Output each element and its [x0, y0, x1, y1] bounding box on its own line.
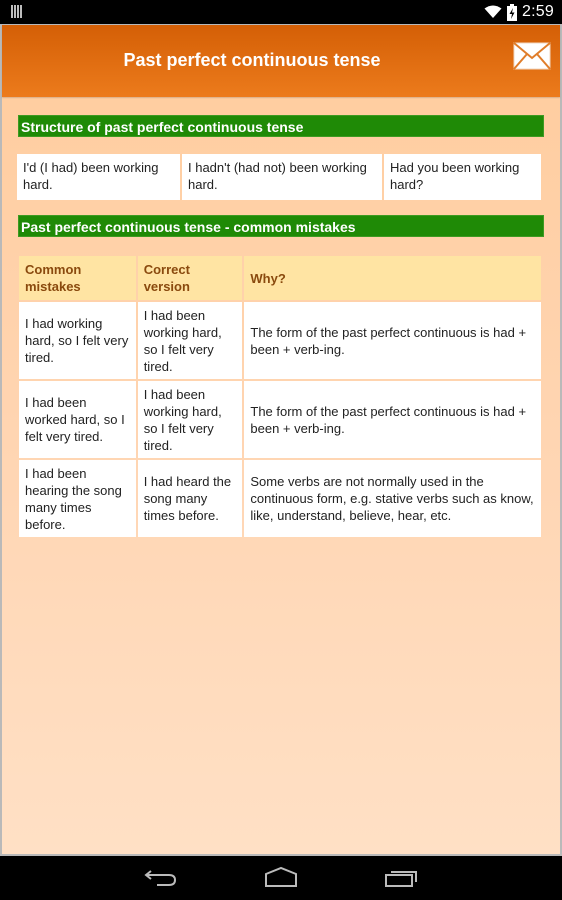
structure-row: I'd (I had) been working hard. I hadn't … [17, 154, 543, 200]
recents-icon [385, 871, 417, 887]
correct-cell: I had been working hard, so I felt very … [137, 302, 243, 379]
structure-negative: I hadn't (had not) been working hard. [182, 154, 382, 200]
app-window: Past perfect continuous tense Structure … [0, 24, 562, 856]
column-header-correct: Correct version [137, 256, 243, 300]
table-row: I had been hearing the song many times b… [19, 460, 541, 537]
status-bar: 2:59 [0, 0, 562, 24]
navigation-bar [0, 856, 562, 900]
column-header-mistakes: Common mistakes [19, 256, 136, 300]
table-header-row: Common mistakes Correct version Why? [19, 256, 541, 300]
correct-cell: I had been working hard, so I felt very … [137, 381, 243, 458]
structure-affirmative: I'd (I had) been working hard. [17, 154, 180, 200]
mistakes-section-title: Past perfect continuous tense - common m… [18, 215, 544, 237]
mail-icon [513, 42, 551, 70]
notification-bars-icon [11, 5, 23, 18]
home-icon [265, 866, 297, 887]
mistakes-table: Common mistakes Correct version Why? I h… [17, 254, 543, 539]
recents-button[interactable] [383, 866, 419, 890]
why-cell: The form of the past perfect continuous … [244, 381, 541, 458]
mail-button[interactable] [513, 42, 551, 70]
why-cell: Some verbs are not normally used in the … [244, 460, 541, 537]
home-button[interactable] [263, 866, 299, 890]
why-cell: The form of the past perfect continuous … [244, 302, 541, 379]
table-row: I had been worked hard, so I felt very t… [19, 381, 541, 458]
page-title: Past perfect continuous tense [123, 50, 381, 70]
content-area: Past perfect continuous tense Structure … [2, 25, 560, 854]
status-icons: 2:59 [484, 2, 554, 22]
structure-section-title: Structure of past perfect continuous ten… [18, 115, 544, 137]
battery-charging-icon [507, 3, 518, 21]
table-row: I had working hard, so I felt very tired… [19, 302, 541, 379]
structure-question: Had you been working hard? [384, 154, 541, 200]
wifi-icon [484, 5, 502, 18]
column-header-why: Why? [244, 256, 541, 300]
mistake-cell: I had been worked hard, so I felt very t… [19, 381, 136, 458]
back-button[interactable] [143, 866, 179, 890]
header-bar: Past perfect continuous tense [2, 25, 560, 97]
back-icon [144, 870, 177, 886]
mistake-cell: I had working hard, so I felt very tired… [19, 302, 136, 379]
correct-cell: I had heard the song many times before. [137, 460, 243, 537]
mistake-cell: I had been hearing the song many times b… [19, 460, 136, 537]
clock: 2:59 [522, 3, 554, 20]
